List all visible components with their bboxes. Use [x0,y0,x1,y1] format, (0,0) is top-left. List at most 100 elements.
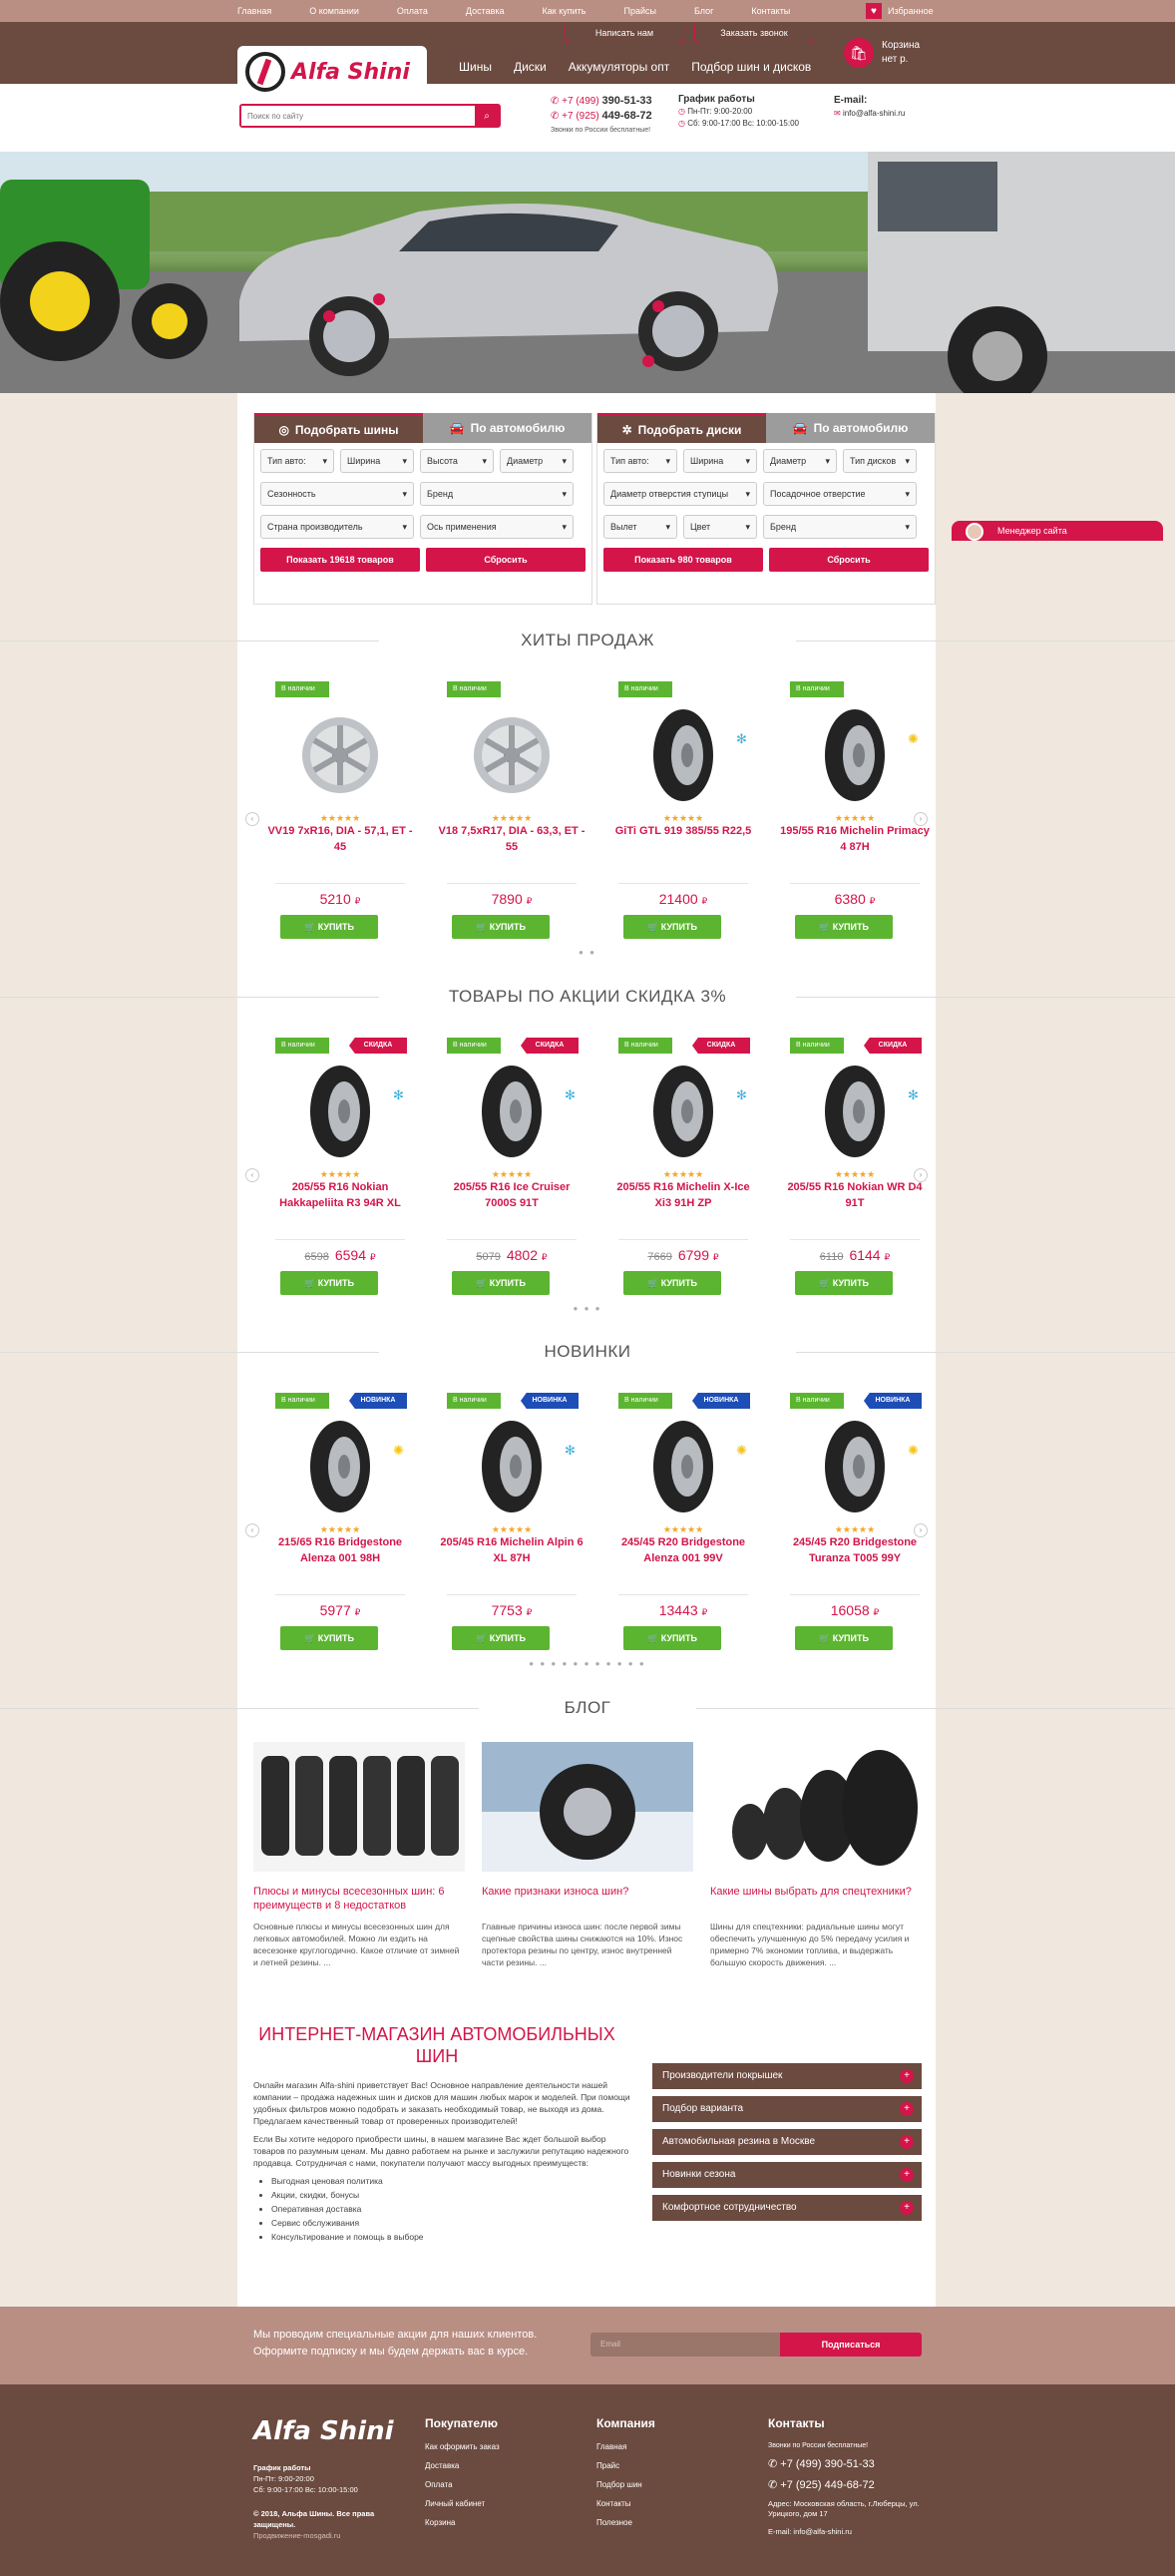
buy-button[interactable]: 🛒 КУПИТЬ [452,1271,550,1295]
tab-pick-tires[interactable]: ◎ Подобрать шины [254,413,423,443]
show-disks-button[interactable]: Показать 980 товаров [603,548,763,572]
carousel-dots[interactable]: ● ● ● [0,1304,1175,1313]
product-card[interactable]: В наличии НОВИНКА ✺ ★★★★★ 245/45 R20 Bridges… [598,1393,768,1650]
blog-post[interactable]: Какие признаки износа шин? Главные причи… [482,1742,693,1968]
topnav-link-how-to-buy[interactable]: Как купить [543,0,587,22]
product-name[interactable]: 245/45 R20 Bridgestone Alenza 001 99V [608,1534,758,1566]
product-card[interactable]: В наличии СКИДКА ✻ ★★★★★ 205/55 R16 Nokian W… [770,1038,940,1295]
buy-button[interactable]: 🛒 КУПИТЬ [280,1626,378,1650]
select-season[interactable]: Сезонность [260,482,414,506]
footer-link[interactable]: Контакты [596,2499,655,2508]
product-name[interactable]: VV19 7xR16, DIA - 57,1, ET - 45 [265,823,415,855]
footer-link[interactable]: Как оформить заказ [425,2442,500,2451]
footer-link[interactable]: Главная [596,2442,655,2451]
footer-phone[interactable]: ✆ +7 (925) 449-68-72 [768,2478,928,2491]
blog-post[interactable]: Плюсы и минусы всесезонных шин: 6 преиму… [253,1742,465,1968]
carousel-dots[interactable]: ● ● ● ● ● ● ● ● ● ● ● [0,1659,1175,1668]
product-name[interactable]: 205/55 R16 Michelin X-Ice Xi3 91H ZP [608,1179,758,1211]
footer-link[interactable]: Подбор шин [596,2480,655,2489]
select-width[interactable]: Ширина [683,449,757,473]
tab-tires-by-car[interactable]: 🚘 По автомобилю [423,413,591,443]
product-name[interactable]: 245/45 R20 Bridgestone Turanza T005 99Y [780,1534,930,1566]
select-color[interactable]: Цвет [683,515,757,539]
accordion-item[interactable]: Автомобильная резина в Москве + [652,2129,922,2155]
product-name[interactable]: 205/55 R16 Nokian WR D4 91T [780,1179,930,1211]
write-us-button[interactable]: Написать нам [565,24,684,44]
select-offset[interactable]: Вылет [603,515,677,539]
product-name[interactable]: 205/45 R16 Michelin Alpin 6 XL 87H [437,1534,587,1566]
footer-link[interactable]: Прайс [596,2461,655,2470]
buy-button[interactable]: 🛒 КУПИТЬ [623,1626,721,1650]
buy-button[interactable]: 🛒 КУПИТЬ [452,1626,550,1650]
footer-link[interactable]: Корзина [425,2518,500,2527]
select-disk-type[interactable]: Тип дисков [843,449,917,473]
product-card[interactable]: В наличии ✻ ★★★★★ GiTi GTL 919 385/55 R22,5… [598,681,768,939]
product-name[interactable]: GiTi GTL 919 385/55 R22,5 [608,823,758,839]
footer-link[interactable]: Личный кабинет [425,2499,500,2508]
buy-button[interactable]: 🛒 КУПИТЬ [280,1271,378,1295]
footer-link[interactable]: Полезное [596,2518,655,2527]
tab-disks-by-car[interactable]: 🚘 По автомобилю [766,413,935,443]
topnav-link-delivery[interactable]: Доставка [466,0,505,22]
product-name[interactable]: 205/55 R16 Nokian Hakkapeliita R3 94R XL [265,1179,415,1211]
product-card[interactable]: В наличии НОВИНКА ✺ ★★★★★ 245/45 R20 Bridges… [770,1393,940,1650]
footer-email[interactable]: E-mail: info@alfa-shini.ru [768,2527,928,2536]
select-vehicle-type[interactable]: Тип авто: [603,449,677,473]
mainnav-disks[interactable]: Диски [514,60,547,74]
topnav-link-blog[interactable]: Блог [694,0,713,22]
mainnav-batteries[interactable]: Аккумуляторы опт [569,60,669,74]
footer-phone[interactable]: ✆ +7 (499) 390-51-33 [768,2457,928,2470]
reset-tires-button[interactable]: Сбросить [426,548,586,572]
buy-button[interactable]: 🛒 КУПИТЬ [795,915,893,939]
blog-post-title[interactable]: Какие шины выбрать для спецтехники? [710,1885,922,1915]
footer-logo[interactable]: Alfa Shini [253,2416,394,2446]
buy-button[interactable]: 🛒 КУПИТЬ [280,915,378,939]
product-card[interactable]: В наличии СКИДКА ✻ ★★★★★ 205/55 R16 Nokian H… [255,1038,425,1295]
search-icon[interactable]: ⌕ [475,106,499,126]
mainnav-tires[interactable]: Шины [459,60,492,74]
search-input[interactable] [241,106,475,126]
carousel-dots[interactable]: ● ● [0,948,1175,957]
subscribe-button[interactable]: Подписаться [780,2333,922,2357]
select-country[interactable]: Страна производитель [260,515,414,539]
product-card[interactable]: В наличии ✺ ★★★★★ 195/55 R16 Michelin Prima… [770,681,940,939]
show-tires-button[interactable]: Показать 19618 товаров [260,548,420,572]
product-card[interactable]: В наличии СКИДКА ✻ ★★★★★ 205/55 R16 Ice Crui… [427,1038,596,1295]
blog-post[interactable]: Какие шины выбрать для спецтехники? Шины… [710,1742,922,1968]
email-link[interactable]: ✉ info@alfa-shini.ru [834,107,905,120]
product-card[interactable]: В наличии ★★★★★ VV19 7xR16, DIA - 57,1, ET… [255,681,425,939]
product-name[interactable]: 195/55 R16 Michelin Primacy 4 87H [780,823,930,855]
product-card[interactable]: В наличии НОВИНКА ✺ ★★★★★ 215/65 R16 Bridges… [255,1393,425,1650]
accordion-item[interactable]: Новинки сезона + [652,2162,922,2188]
site-manager-chat[interactable]: Менеджер сайта [952,521,1163,541]
select-height[interactable]: Высота [420,449,494,473]
phone-1[interactable]: ✆ +7 (499) 390-51-33 [551,94,652,109]
favorites-link[interactable]: ♥ Избранное [866,3,934,19]
phone-2[interactable]: ✆ +7 (925) 449-68-72 [551,109,652,124]
product-name[interactable]: V18 7,5xR17, DIA - 63,3, ET - 55 [437,823,587,855]
topnav-link-about[interactable]: О компании [309,0,359,22]
select-vehicle-type[interactable]: Тип авто: [260,449,334,473]
footer-link[interactable]: Доставка [425,2461,500,2470]
select-diameter[interactable]: Диаметр [500,449,574,473]
buy-button[interactable]: 🛒 КУПИТЬ [623,915,721,939]
order-call-button[interactable]: Заказать звонок [694,24,814,44]
footer-link[interactable]: Оплата [425,2480,500,2489]
product-card[interactable]: В наличии СКИДКА ✻ ★★★★★ 205/55 R16 Michelin… [598,1038,768,1295]
product-card[interactable]: В наличии ★★★★★ V18 7,5xR17, DIA - 63,3, E… [427,681,596,939]
mainnav-selection[interactable]: Подбор шин и дисков [691,60,811,74]
select-axle[interactable]: Ось применения [420,515,574,539]
buy-button[interactable]: 🛒 КУПИТЬ [452,915,550,939]
accordion-item[interactable]: Комфортное сотрудничество + [652,2195,922,2221]
accordion-item[interactable]: Производители покрышек + [652,2063,922,2089]
product-name[interactable]: 205/55 R16 Ice Cruiser 7000S 91T [437,1179,587,1211]
blog-post-title[interactable]: Какие признаки износа шин? [482,1885,693,1915]
buy-button[interactable]: 🛒 КУПИТЬ [623,1271,721,1295]
select-bolt-pattern[interactable]: Посадочное отверстие [763,482,917,506]
buy-button[interactable]: 🛒 КУПИТЬ [795,1626,893,1650]
reset-disks-button[interactable]: Сбросить [769,548,929,572]
select-width[interactable]: Ширина [340,449,414,473]
logo[interactable]: Alfa Shini [237,46,427,98]
select-hub-bore[interactable]: Диаметр отверстия ступицы [603,482,757,506]
buy-button[interactable]: 🛒 КУПИТЬ [795,1271,893,1295]
